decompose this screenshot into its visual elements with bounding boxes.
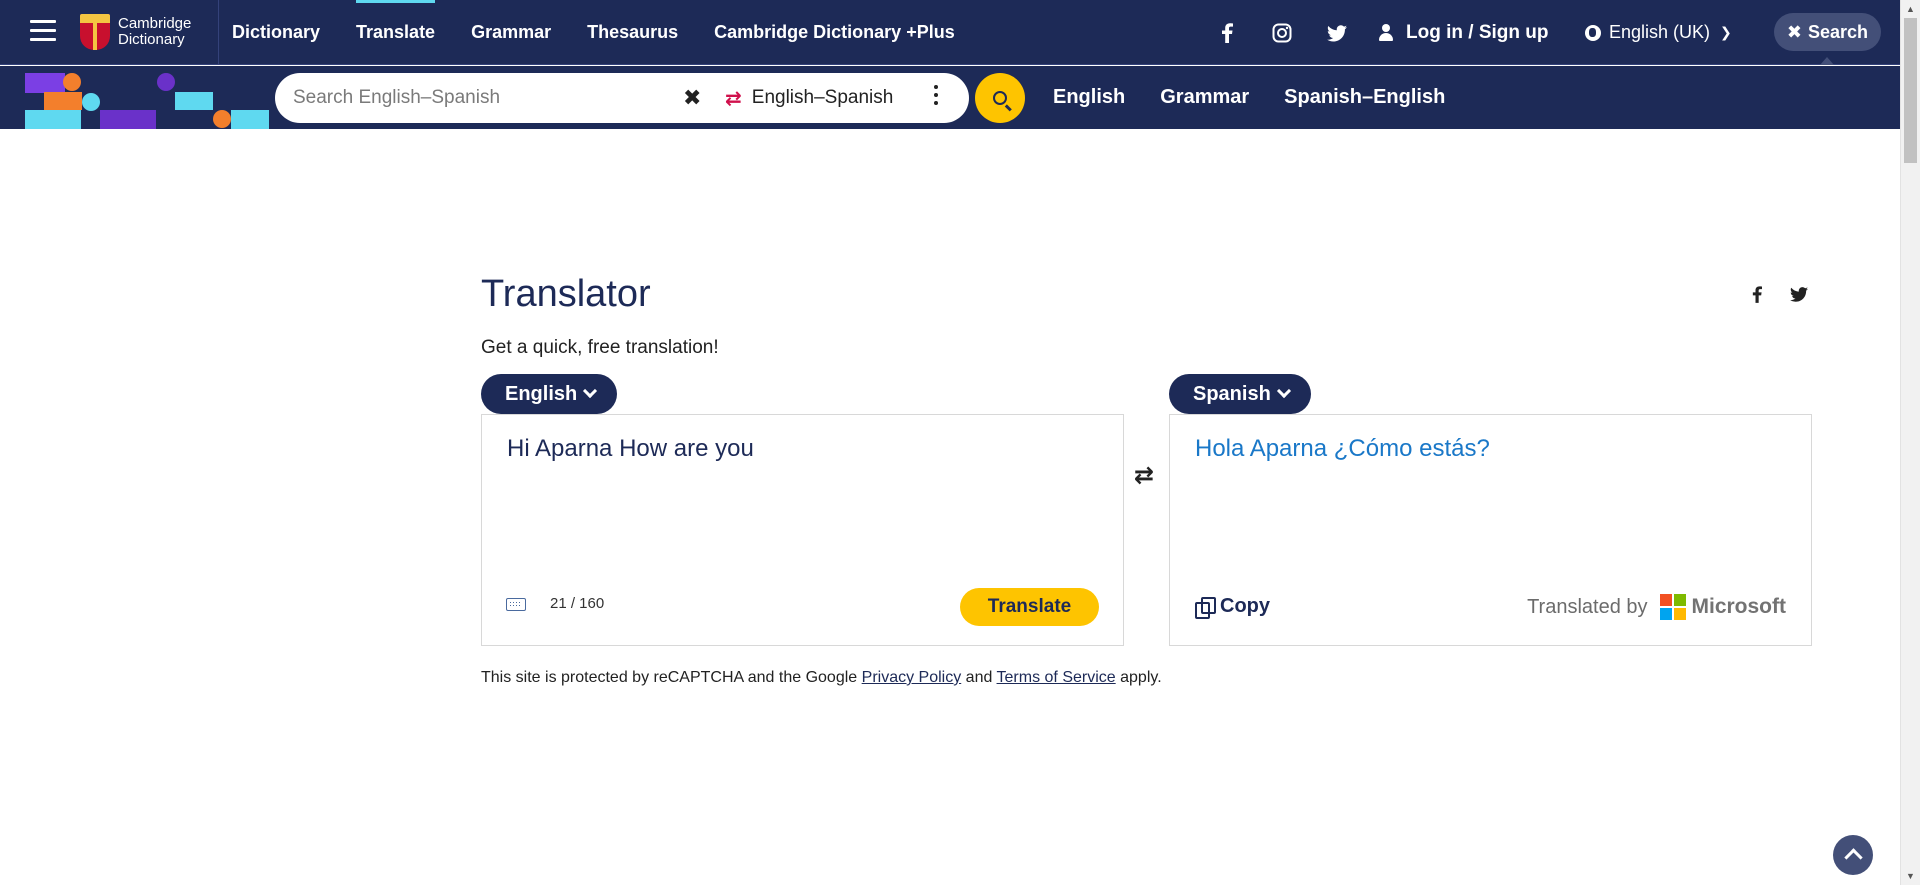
brand-logo[interactable]: Cambridge Dictionary [80,12,202,52]
search-icon [993,91,1007,105]
globe-icon [1585,24,1601,41]
link-english[interactable]: English [1053,86,1125,109]
terms-of-service-link[interactable]: Terms of Service [997,669,1116,686]
back-to-top-button[interactable] [1833,835,1873,875]
swap-languages-icon[interactable]: ⇄ [1134,461,1154,490]
more-options-icon[interactable] [933,85,939,109]
login-link[interactable]: Log in / Sign up [1378,0,1548,65]
recaptcha-prefix: This site is protected by reCAPTCHA and … [481,669,858,686]
source-text-input[interactable]: Hi Aparna How are you [507,435,754,463]
decorative-shapes [0,66,270,129]
dictionary-selector-label: English–Spanish [751,87,894,108]
share-links [1727,282,1811,306]
search-button[interactable] [975,73,1025,123]
brand-name: Cambridge Dictionary [118,15,192,48]
search-bar-links: English Grammar Spanish–English [1053,66,1480,129]
target-language-label: Spanish [1193,382,1271,405]
user-icon [1378,23,1394,42]
microsoft-logo-icon [1659,594,1686,620]
caret [1820,57,1834,65]
close-icon: ✖ [1786,21,1803,42]
scroll-up-icon[interactable]: ▲ [1906,4,1915,14]
recaptcha-notice: This site is protected by reCAPTCHA and … [481,669,1162,687]
copy-label: Copy [1220,595,1270,617]
source-language-label: English [505,382,578,405]
divider [218,0,219,65]
privacy-policy-link[interactable]: Privacy Policy [862,669,962,686]
nav-thesaurus[interactable]: Thesaurus [587,0,678,65]
dictionary-search-box: ✖ ⇄ English–Spanish [275,73,969,123]
cambridge-shield-icon [80,14,110,50]
swap-icon: ⇄ [725,87,742,110]
chevron-down-icon [1276,383,1291,399]
search-toggle-label: Search [1808,21,1869,42]
chevron-down-icon: ❯ [1720,24,1732,40]
search-bar-area: ✖ ⇄ English–Spanish English Grammar Span… [0,66,1900,129]
copy-button[interactable]: Copy [1195,595,1270,619]
recaptcha-and: and [965,669,993,686]
nav-grammar[interactable]: Grammar [471,0,551,65]
twitter-share-icon[interactable] [1787,282,1811,306]
dictionary-selector[interactable]: ⇄ English–Spanish [725,73,893,123]
search-input[interactable] [293,87,673,109]
site-language-label: English (UK) [1609,22,1711,42]
page-title: Translator [481,273,651,315]
login-label: Log in / Sign up [1406,21,1549,43]
copy-icon [1195,597,1216,619]
source-text-panel[interactable]: Hi Aparna How are you 21 / 160 Translate [481,414,1124,646]
link-grammar[interactable]: Grammar [1160,86,1249,109]
scrollbar[interactable]: ▲ ▼ [1900,0,1920,885]
recaptcha-suffix: apply. [1120,669,1162,686]
site-language-select[interactable]: English (UK) ❯ [1585,0,1732,65]
provider-name: Microsoft [1691,595,1787,618]
nav-dictionary[interactable]: Dictionary [232,0,320,65]
scrollbar-thumb[interactable] [1904,18,1917,163]
search-toggle-button[interactable]: ✖ Search [1774,13,1881,51]
translation-result-panel: Hola Aparna ¿Cómo estás? Copy Translated… [1169,414,1812,646]
translate-button[interactable]: Translate [960,588,1099,626]
link-spanish-english[interactable]: Spanish–English [1284,86,1445,109]
main-nav: Dictionary Translate Grammar Thesaurus C… [232,0,991,65]
twitter-icon[interactable] [1322,18,1352,48]
character-counter: 21 / 160 [550,595,605,612]
clear-icon[interactable]: ✖ [683,85,701,111]
translation-result-text: Hola Aparna ¿Cómo estás? [1195,435,1490,462]
source-language-button[interactable]: English [481,374,618,414]
nav-plus[interactable]: Cambridge Dictionary +Plus [714,0,955,65]
facebook-icon[interactable] [1212,18,1242,48]
translated-by-label: Translated by [1527,595,1648,618]
facebook-share-icon[interactable] [1745,282,1769,306]
social-links [1212,18,1377,48]
chevron-down-icon [583,383,598,399]
page-subtitle: Get a quick, free translation! [481,337,719,358]
top-navigation: Cambridge Dictionary Dictionary Translat… [0,0,1900,65]
instagram-icon[interactable] [1267,18,1297,48]
menu-icon[interactable] [30,20,56,42]
keyboard-icon[interactable] [506,598,526,611]
translation-attribution: Translated by Microsoft [1527,594,1786,620]
scroll-down-icon[interactable]: ▼ [1906,871,1915,881]
nav-translate[interactable]: Translate [356,0,436,65]
target-language-button[interactable]: Spanish [1169,374,1311,414]
